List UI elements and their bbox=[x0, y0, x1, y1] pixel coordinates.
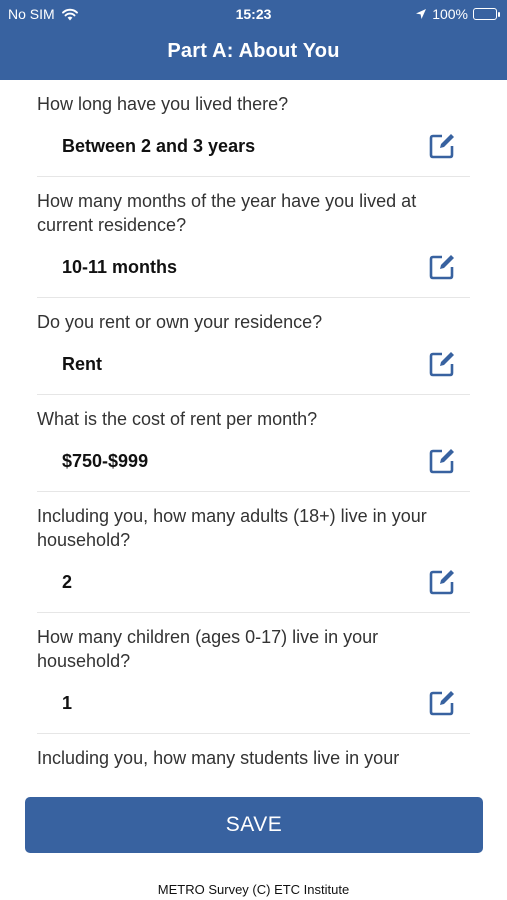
app-header: No SIM 15:23 100% Part A: About You bbox=[0, 0, 507, 80]
answer-row[interactable]: 1 bbox=[37, 685, 470, 721]
question-text: Do you rent or own your residence? bbox=[37, 312, 323, 332]
answer-value: Between 2 and 3 years bbox=[62, 135, 256, 156]
question-item[interactable]: How many months of the year have you liv… bbox=[37, 177, 470, 298]
answer-value: 2 bbox=[62, 571, 73, 592]
survey-question-list[interactable]: How long have you lived there? Between 2… bbox=[0, 80, 507, 792]
edit-icon[interactable] bbox=[428, 568, 456, 596]
edit-icon[interactable] bbox=[428, 689, 456, 717]
status-bar: No SIM 15:23 100% bbox=[0, 0, 507, 28]
edit-icon[interactable] bbox=[428, 447, 456, 475]
page-title: Part A: About You bbox=[167, 40, 340, 62]
footer-copyright: METRO Survey (C) ETC Institute bbox=[157, 882, 350, 897]
question-text: How many months of the year have you liv… bbox=[37, 191, 417, 235]
question-item[interactable]: Including you, how many adults (18+) liv… bbox=[37, 492, 470, 613]
answer-row[interactable]: 10-11 months bbox=[37, 249, 470, 285]
question-item[interactable]: Including you, how many students live in… bbox=[37, 734, 470, 782]
question-text: Including you, how many students live in… bbox=[37, 748, 400, 768]
answer-row[interactable]: Between 2 and 3 years bbox=[37, 128, 470, 164]
edit-icon[interactable] bbox=[428, 253, 456, 281]
question-item[interactable]: How many children (ages 0-17) live in yo… bbox=[37, 613, 470, 734]
save-button[interactable]: SAVE bbox=[25, 797, 483, 853]
answer-value: 1 bbox=[62, 692, 73, 713]
question-text: What is the cost of rent per month? bbox=[37, 409, 318, 429]
location-arrow-icon bbox=[416, 9, 427, 19]
status-right: 100% bbox=[415, 6, 500, 22]
answer-row[interactable]: 2 bbox=[37, 564, 470, 600]
question-item[interactable]: Do you rent or own your residence? Rent bbox=[37, 298, 470, 395]
answer-value: Rent bbox=[62, 353, 102, 374]
answer-row[interactable]: Rent bbox=[37, 346, 470, 382]
answer-value: 10-11 months bbox=[62, 256, 178, 277]
question-item[interactable]: What is the cost of rent per month? $750… bbox=[37, 395, 470, 492]
answer-row[interactable]: $750-$999 bbox=[37, 443, 470, 479]
edit-icon[interactable] bbox=[428, 132, 456, 160]
battery-percent: 100% bbox=[432, 6, 468, 22]
question-text: How many children (ages 0-17) live in yo… bbox=[37, 627, 379, 671]
question-text: Including you, how many adults (18+) liv… bbox=[37, 506, 427, 550]
question-item[interactable]: How long have you lived there? Between 2… bbox=[37, 80, 470, 177]
edit-icon[interactable] bbox=[428, 350, 456, 378]
battery-charging-icon bbox=[473, 8, 500, 20]
question-text: How long have you lived there? bbox=[37, 94, 289, 114]
answer-value: $750-$999 bbox=[62, 450, 149, 471]
